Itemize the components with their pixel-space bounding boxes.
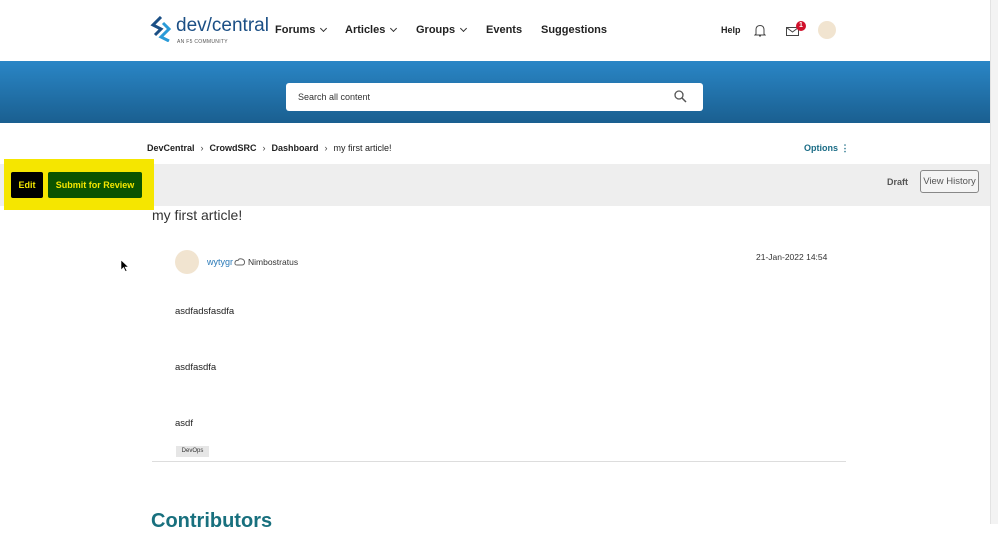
page-scrollbar[interactable] — [990, 0, 998, 524]
article-title: my first article! — [152, 207, 243, 223]
author-link[interactable]: wytygr — [207, 257, 233, 267]
edit-button[interactable]: Edit — [11, 172, 43, 198]
logo-subtitle: AN F5 COMMUNITY — [177, 39, 228, 45]
nav-forums[interactable]: Forums — [275, 24, 328, 36]
divider — [152, 461, 846, 462]
breadcrumb-crowdsrc[interactable]: CrowdSRC — [210, 143, 257, 153]
status-badge: Draft — [887, 177, 909, 187]
submit-for-review-button[interactable]: Submit for Review — [48, 172, 142, 198]
nav-groups[interactable]: Groups — [416, 24, 468, 36]
article-paragraph: asdfasdfa — [175, 362, 217, 373]
help-link[interactable]: Help — [721, 25, 741, 35]
breadcrumb-dashboard[interactable]: Dashboard — [272, 143, 319, 153]
nav-articles[interactable]: Articles — [345, 24, 398, 36]
chevron-down-icon — [320, 24, 328, 33]
nav-events[interactable]: Events — [486, 24, 522, 36]
nav-label: Articles — [345, 24, 386, 36]
view-history-button[interactable]: View History — [920, 170, 979, 193]
nav-label: Forums — [275, 24, 316, 36]
contributors-heading: Contributors — [151, 510, 273, 532]
mouse-cursor-icon — [121, 260, 129, 272]
search-placeholder: Search all content — [298, 92, 371, 102]
chevron-right-icon: › — [262, 143, 266, 153]
logo-icon — [150, 16, 172, 42]
author-rank: Nimbostratus — [248, 257, 299, 267]
article-paragraph: asdfadsfasdfa — [175, 306, 235, 317]
logo-text: dev/central — [176, 15, 269, 36]
tag-devops[interactable]: DevOps — [176, 446, 209, 457]
top-header: dev/central AN F5 COMMUNITY Forums Artic… — [0, 0, 990, 61]
search-icon[interactable] — [674, 90, 687, 103]
author-avatar[interactable] — [175, 250, 199, 274]
cloud-rank-icon — [234, 258, 246, 266]
chevron-right-icon: › — [200, 143, 204, 153]
user-avatar[interactable] — [818, 21, 836, 39]
search-input[interactable]: Search all content — [286, 83, 703, 111]
chevron-down-icon — [390, 24, 398, 33]
chevron-down-icon — [460, 24, 468, 33]
breadcrumb-devcentral[interactable]: DevCentral — [147, 143, 195, 153]
devcentral-logo[interactable]: dev/central AN F5 COMMUNITY — [150, 15, 269, 45]
breadcrumb: DevCentral › CrowdSRC › Dashboard › my firs… — [147, 143, 392, 153]
article-paragraph: asdf — [175, 418, 193, 429]
nav-label: Groups — [416, 24, 456, 36]
mail-badge: 1 — [796, 21, 806, 31]
options-menu[interactable]: Options ⋮ — [804, 143, 850, 154]
post-date: 21-Jan-2022 14:54 — [756, 252, 828, 262]
kebab-icon: ⋮ — [840, 143, 850, 153]
options-label: Options — [804, 143, 838, 153]
bell-icon[interactable] — [754, 24, 766, 37]
breadcrumb-current: my first article! — [333, 143, 392, 153]
nav-suggestions[interactable]: Suggestions — [541, 24, 607, 36]
chevron-right-icon: › — [324, 143, 328, 153]
